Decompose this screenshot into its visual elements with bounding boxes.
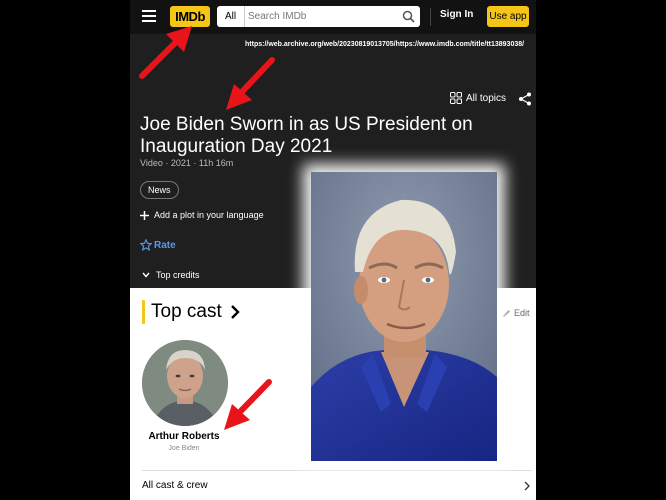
chevron-right-icon: [230, 305, 240, 319]
all-topics-link[interactable]: All topics: [450, 92, 506, 104]
rate-button[interactable]: Rate: [140, 239, 176, 251]
actor-name[interactable]: Arthur Roberts: [130, 431, 238, 442]
archive-url-caption: https://web.archive.org/web/202308190137…: [245, 41, 525, 48]
actor-portrait-image: [142, 340, 228, 426]
top-cast-header[interactable]: Top cast: [142, 300, 240, 324]
all-topics-label: All topics: [466, 92, 507, 104]
top-cast-title: Top cast: [151, 301, 222, 322]
grid-icon: [450, 92, 462, 104]
search-bar: All: [217, 6, 420, 27]
title-metadata: Video · 2021 · 11h 16m: [140, 158, 234, 168]
actor-avatar[interactable]: [142, 340, 228, 426]
nav-divider: [430, 8, 431, 26]
top-credits-toggle[interactable]: Top credits: [142, 270, 200, 280]
sign-in-link[interactable]: Sign In: [440, 9, 473, 20]
search-input[interactable]: [248, 6, 398, 27]
rate-label: Rate: [154, 239, 176, 251]
search-category-select[interactable]: All: [217, 6, 245, 27]
top-navigation: IMDb All Sign In Use app: [130, 0, 536, 34]
add-plot-link[interactable]: Add a plot in your language: [140, 210, 264, 220]
imdb-logo[interactable]: IMDb: [170, 6, 210, 27]
search-icon[interactable]: [402, 10, 415, 23]
share-icon[interactable]: [518, 92, 532, 106]
plus-icon: [140, 210, 149, 220]
add-plot-label: Add a plot in your language: [154, 210, 264, 220]
actor-large-photo: [311, 172, 497, 461]
section-accent-bar: [142, 300, 145, 324]
star-icon: [140, 239, 152, 251]
chevron-down-icon: [142, 272, 150, 278]
menu-icon[interactable]: [142, 10, 156, 22]
pencil-icon: [503, 309, 510, 317]
top-credits-label: Top credits: [156, 270, 200, 280]
section-divider: [142, 470, 532, 471]
chevron-right-icon[interactable]: [524, 481, 530, 491]
genre-chip-news[interactable]: News: [140, 181, 179, 199]
actor-character: Joe Biden: [168, 445, 200, 452]
all-cast-crew-link[interactable]: All cast & crew: [142, 480, 208, 491]
page-title: Joe Biden Sworn in as US President on In…: [140, 114, 473, 157]
actor-photo-image: [311, 172, 497, 461]
edit-label: Edit: [514, 308, 530, 318]
use-app-button[interactable]: Use app: [487, 6, 529, 27]
edit-button[interactable]: Edit: [502, 308, 530, 318]
